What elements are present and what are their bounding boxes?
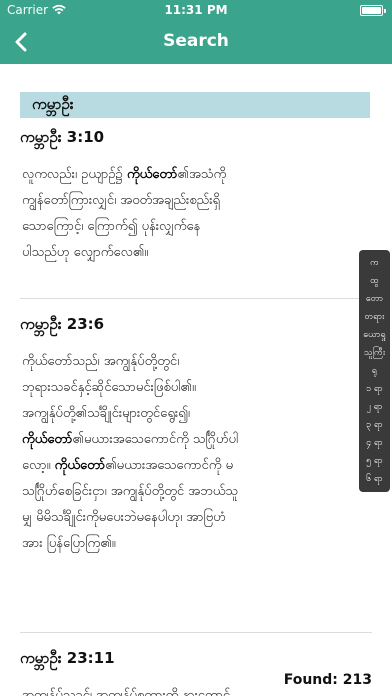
index-item[interactable]: ယောရှု [359, 326, 390, 344]
verse-text: လူကလည်း၊ ဥယျာဉ်၌ ကိုယ်တော်၏အသံကိုကျွန်တေ… [20, 162, 372, 266]
index-item[interactable]: ၂ ရာ [359, 398, 390, 416]
index-item[interactable]: သူကြီး [359, 344, 390, 362]
index-item[interactable]: တရား [359, 308, 390, 326]
search-results[interactable]: ကမ္ဘာဦး ကမ္ဘာဦး 3:10 လူကလည်း၊ ဥယျာဉ်၌ ကိ… [0, 64, 392, 696]
verse-segment: ၏မယားအသေကောင်ကို မ [105, 458, 234, 473]
verse-line: လော့။ ကိုယ်တော်၏မယားအသေကောင်ကို မ [22, 453, 372, 479]
verse-segment: သောကြောင့်၊ ကြောက်၍ ပုန်းလျှက်နေ [22, 219, 201, 234]
verse-line: ပါသည်ဟု လျှောက်လေ၏။ [22, 240, 372, 266]
verse-reference: ကမ္ဘာဦး 23:11 [20, 649, 115, 667]
verse-line: သောကြောင့်၊ ကြောက်၍ ပုန်းလျှက်နေ [22, 214, 372, 240]
section-header: ကမ္ဘာဦး [20, 92, 370, 118]
index-item[interactable]: တော [359, 290, 390, 308]
index-item[interactable]: ၄ ရာ [359, 434, 390, 452]
verse-line: အား ပြန်ပြောကြ၏။ [22, 531, 372, 557]
verse-line: ဘုရားသခင်နှင့်ဆိုင်သောမင်းဖြစ်ပါ၏။ [22, 375, 372, 401]
found-label: Found: [283, 672, 338, 688]
navigation-bar: Search [0, 20, 392, 64]
verse-segment: အကျွန်ုပ်တို့၏သင်္ချိုင်းများတွင်ရွေး၍၊ [22, 406, 190, 421]
battery-level [362, 7, 381, 14]
verse-segment: ပါသည်ဟု လျှောက်လေ၏။ [22, 245, 149, 260]
verse-line: လူကလည်း၊ ဥယျာဉ်၌ ကိုယ်တော်၏အသံကို [22, 162, 372, 188]
verse-segment: ဘုရားသခင်နှင့်ဆိုင်သောမင်းဖြစ်ပါ၏။ [22, 380, 196, 395]
index-item[interactable]: ၆ ရာ [359, 470, 390, 488]
verse-line: သင်္ဂြိုဟ်စေခြင်းငှာ၊ အကျွန်ုပ်တို့တွင် … [22, 479, 372, 505]
battery-nub [384, 9, 386, 13]
verse-segment: ကိုယ်တော်သည်၊ အကျွန်ုပ်တို့တွင်၊ [22, 354, 180, 369]
verse-segment: အား ပြန်ပြောကြ၏။ [22, 536, 116, 551]
verse-segment: ၏မယားအသေကောင်ကို သင်္ဂြိုဟ်ပါ [72, 432, 239, 447]
index-item[interactable]: ရု [359, 362, 390, 380]
index-item[interactable]: ၃ ရာ [359, 416, 390, 434]
index-item[interactable]: ထွ [359, 272, 390, 290]
status-bar: Carrier 11:31 PM [0, 0, 392, 20]
result-item[interactable]: ကမ္ဘာဦး 3:10 လူကလည်း၊ ဥယျာဉ်၌ ကိုယ်တော်၏… [20, 128, 372, 266]
verse-line: ကျွန်တော်ကြားလျှင်၊ အဝတ်အချည်းစည်းရှိ [22, 188, 372, 214]
clock: 11:31 PM [164, 3, 228, 17]
index-item[interactable]: ၁ ရာ [359, 380, 390, 398]
highlighted-term: ကိုယ်တော် [22, 432, 73, 447]
verse-segment: လော့။ [22, 458, 55, 473]
divider [20, 298, 372, 299]
result-item[interactable]: ကမ္ဘာဦး 23:6 ကိုယ်တော်သည်၊ အကျွန်ုပ်တို့… [20, 315, 372, 557]
verse-reference: ကမ္ဘာဦး 3:10 [20, 128, 105, 146]
index-item[interactable]: က [359, 254, 390, 272]
verse-segment: အကျွန်ုပ်သခင်၊ အကျွန်ုပ်စကားကို နားထောင် [22, 688, 231, 696]
verse-line: အကျွန်ုပ်တို့၏သင်္ချိုင်းများတွင်ရွေး၍၊ [22, 401, 372, 427]
page-title: Search [163, 31, 229, 51]
found-number: 213 [342, 672, 372, 688]
verse-segment: မျှ မိမိသင်္ချိုင်းကိုမပေးဘဲမနေပါဟု၊ အာဗ… [22, 510, 226, 525]
battery-icon [360, 5, 386, 16]
verse-line: ကိုယ်တော်၏မယားအသေကောင်ကို သင်္ဂြိုဟ်ပါ [22, 427, 372, 453]
highlighted-term: ကိုယ်တော် [54, 458, 106, 473]
verse-segment: လူကလည်း၊ ဥယျာဉ်၌ [22, 167, 127, 182]
highlighted-term: ကိုယ်တော် [126, 167, 178, 182]
verse-line: ကိုယ်တော်သည်၊ အကျွန်ုပ်တို့တွင်၊ [22, 349, 372, 375]
verse-text: ကိုယ်တော်သည်၊ အကျွန်ုပ်တို့တွင်၊ဘုရားသခင… [20, 349, 372, 557]
verse-segment: သင်္ဂြိုဟ်စေခြင်းငှာ၊ အကျွန်ုပ်တို့တွင် … [22, 484, 238, 499]
index-item[interactable]: ၅ ရာ [359, 452, 390, 470]
found-count: Found: 213 [283, 672, 372, 688]
verse-segment: ၏အသံကို [177, 167, 227, 182]
verse-segment: ကျွန်တော်ကြားလျှင်၊ အဝတ်အချည်းစည်းရှိ [22, 193, 220, 208]
divider [20, 632, 372, 633]
verse-line: မျှ မိမိသင်္ချိုင်းကိုမပေးဘဲမနေပါဟု၊ အာဗ… [22, 505, 372, 531]
book-index-bar[interactable]: ကထွ တော တရား ယောရှု သူကြီး ရု၁ ရာ၂ ရာ၃ ရာ၄ ရာ… [359, 250, 390, 492]
verse-reference: ကမ္ဘာဦး 23:6 [20, 315, 105, 333]
